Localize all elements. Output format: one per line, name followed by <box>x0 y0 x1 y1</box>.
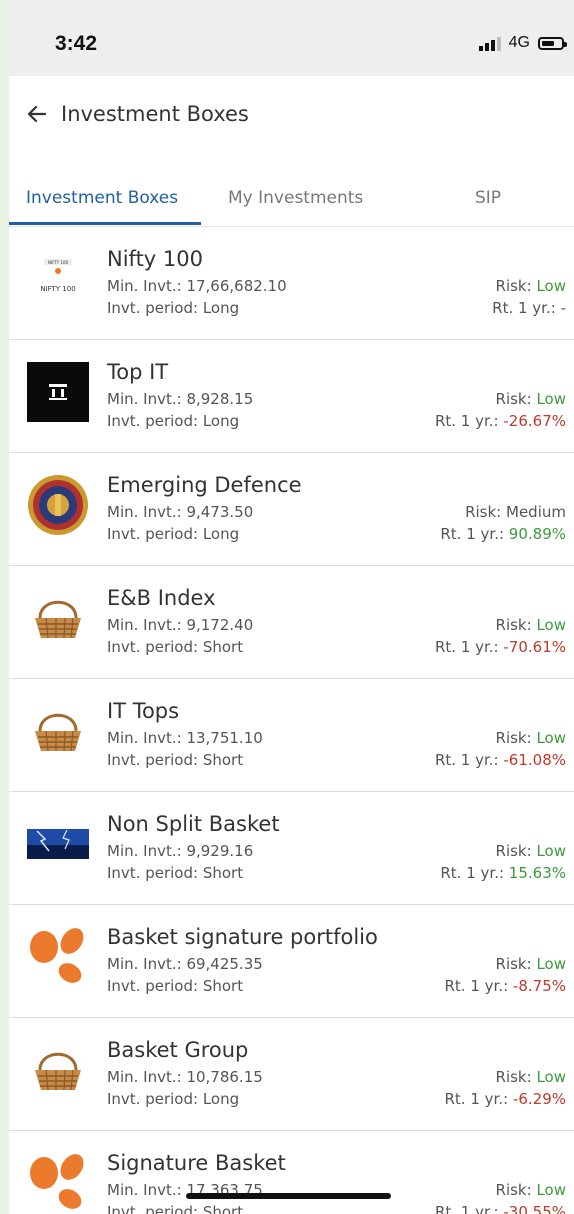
risk-level: Risk: Low <box>495 729 566 747</box>
tab-bar: Investment Boxes My Investments SIP <box>9 172 574 227</box>
min-investment: Min. Invt.: 13,751.10 <box>107 729 263 747</box>
risk-level: Risk: Low <box>495 390 566 408</box>
one-year-return: Rt. 1 yr.: -30.55% <box>434 1203 566 1214</box>
battery-icon <box>538 36 567 50</box>
box-name: Basket signature portfolio <box>107 925 378 949</box>
risk-level: Risk: Low <box>495 616 566 634</box>
tab-my-investments[interactable]: My Investments <box>228 188 363 208</box>
min-investment: Min. Invt.: 69,425.35 <box>107 955 263 973</box>
one-year-return: Rt. 1 yr.: 15.63% <box>440 864 566 882</box>
risk-level: Risk: Low <box>495 277 566 295</box>
investment-box-list: NIFTY 100 NIFTY 100 Nifty 100 Min. Invt.: 1… <box>9 227 574 1214</box>
investment-period: Invt. period: Short <box>107 638 244 656</box>
one-year-return: Rt. 1 yr.: -26.67% <box>434 412 566 430</box>
box-name: E&B Index <box>107 586 216 610</box>
basket-logo <box>26 586 90 650</box>
one-year-return: Rt. 1 yr.: -61.08% <box>434 751 566 769</box>
investment-period: Invt. period: Short <box>107 977 244 995</box>
min-investment: Min. Invt.: 8,928.15 <box>107 390 254 408</box>
list-item[interactable]: IT Tops Min. Invt.: 13,751.10 Invt. period… <box>9 679 574 792</box>
svg-text:NIFTY 100: NIFTY 100 <box>48 260 69 265</box>
investment-period: Invt. period: Short <box>107 864 244 882</box>
one-year-return: Rt. 1 yr.: -6.29% <box>444 1090 567 1108</box>
risk-level: Risk: Low <box>495 1181 566 1199</box>
min-investment: Min. Invt.: 17,66,682.10 <box>107 277 287 295</box>
signal-icon <box>478 37 501 51</box>
active-tab-indicator <box>9 222 201 225</box>
tab-investment-boxes[interactable]: Investment Boxes <box>26 188 178 208</box>
list-item[interactable]: NIFTY 100 NIFTY 100 Nifty 100 Min. Invt.: 1… <box>9 227 574 340</box>
list-item[interactable]: Top IT Min. Invt.: 8,928.15 Invt. period: … <box>9 340 574 453</box>
arrow-left-icon[interactable] <box>25 102 49 126</box>
box-name: Non Split Basket <box>107 812 280 836</box>
risk-level: Risk: Medium <box>465 503 566 521</box>
basket-logo <box>26 1038 90 1102</box>
risk-level: Risk: Low <box>495 1068 566 1086</box>
defence-emblem-logo <box>26 473 90 537</box>
network-type: 4G <box>508 34 530 51</box>
box-name: Top IT <box>107 360 169 384</box>
risk-level: Risk: Low <box>495 955 566 973</box>
box-name: Signature Basket <box>107 1151 286 1175</box>
risk-level: Risk: Low <box>495 842 566 860</box>
list-item[interactable]: Basket Group Min. Invt.: 10,786.15 Invt. p… <box>9 1018 574 1131</box>
list-item[interactable]: E&B Index Min. Invt.: 9,172.40 Invt. perio… <box>9 566 574 679</box>
box-name: Emerging Defence <box>107 473 302 497</box>
status-bar: 3:42 4G <box>9 0 574 76</box>
home-indicator[interactable] <box>186 1193 391 1199</box>
box-name: Basket Group <box>107 1038 249 1062</box>
list-item[interactable]: Basket signature portfolio Min. Invt.: 69… <box>9 905 574 1018</box>
nifty-100-logo: NIFTY 100 NIFTY 100 <box>26 247 90 311</box>
investment-period: Invt. period: Long <box>107 1090 240 1108</box>
investment-period: Invt. period: Short <box>107 1203 244 1214</box>
app-header: Investment Boxes <box>9 76 574 156</box>
list-item[interactable]: Non Split Basket Min. Invt.: 9,929.16 Invt… <box>9 792 574 905</box>
one-year-return: Rt. 1 yr.: 90.89% <box>440 525 566 543</box>
status-indicators: 4G <box>478 34 567 52</box>
investment-period: Invt. period: Long <box>107 525 240 543</box>
orange-leaf-logo <box>26 1151 90 1214</box>
one-year-return: Rt. 1 yr.: - <box>492 299 566 317</box>
lightning-image-logo <box>26 812 90 876</box>
phone-screen: 3:42 4G Investment Boxes Investment Boxe… <box>9 0 574 1214</box>
page-title: Investment Boxes <box>61 102 249 126</box>
status-time: 3:42 <box>55 32 98 55</box>
investment-period: Invt. period: Long <box>107 299 240 317</box>
min-investment: Min. Invt.: 9,172.40 <box>107 616 254 634</box>
box-name: Nifty 100 <box>107 247 203 271</box>
one-year-return: Rt. 1 yr.: -8.75% <box>444 977 567 995</box>
one-year-return: Rt. 1 yr.: -70.61% <box>434 638 566 656</box>
min-investment: Min. Invt.: 9,929.16 <box>107 842 254 860</box>
basket-logo <box>26 699 90 763</box>
tab-sip[interactable]: SIP <box>475 188 501 208</box>
top-it-logo <box>26 360 90 424</box>
min-investment: Min. Invt.: 10,786.15 <box>107 1068 263 1086</box>
list-item[interactable]: Emerging Defence Min. Invt.: 9,473.50 Invt… <box>9 453 574 566</box>
investment-period: Invt. period: Short <box>107 751 244 769</box>
nifty-logo-text: NIFTY 100 <box>40 285 75 293</box>
min-investment: Min. Invt.: 9,473.50 <box>107 503 254 521</box>
orange-leaf-logo <box>26 925 90 989</box>
box-name: IT Tops <box>107 699 180 723</box>
investment-period: Invt. period: Long <box>107 412 240 430</box>
list-item[interactable]: Signature Basket Min. Invt.: 17,363.75 Inv… <box>9 1131 574 1214</box>
